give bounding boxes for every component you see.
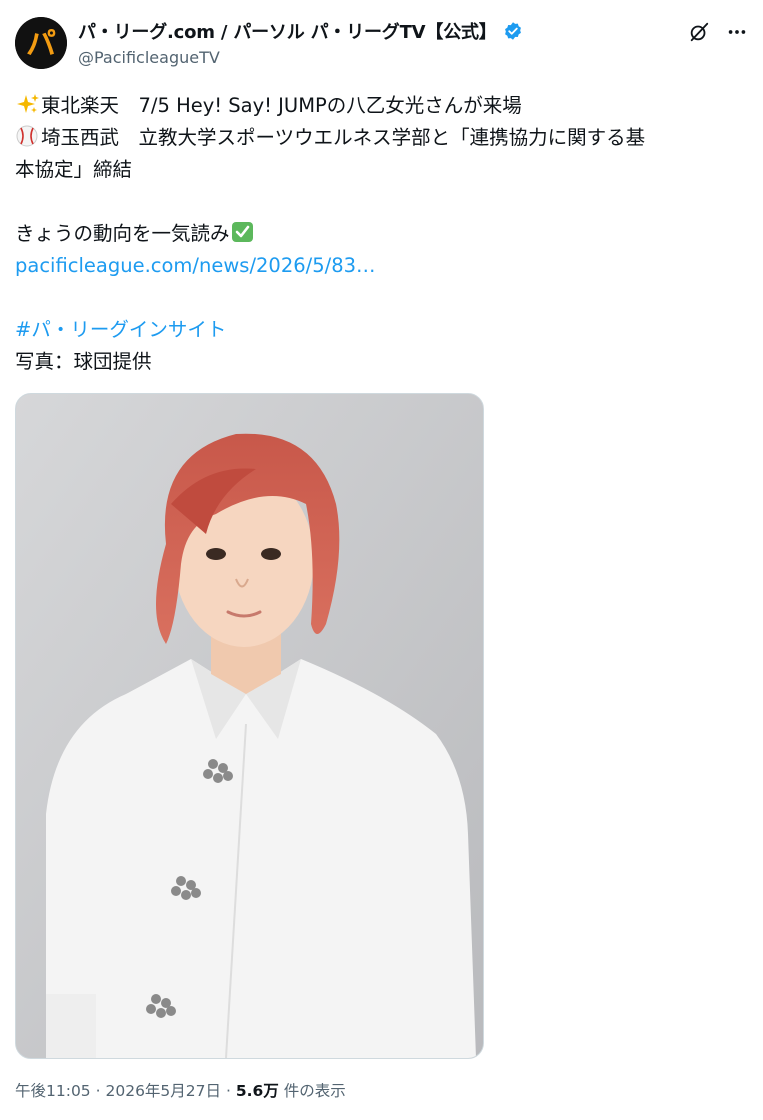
baseball-icon <box>15 125 41 147</box>
avatar-logo-text: パ <box>26 27 56 62</box>
tweet-date[interactable]: 2026年5月27日 <box>105 1082 221 1100</box>
grok-icon[interactable] <box>687 20 711 44</box>
meta-separator: · <box>95 1082 101 1100</box>
check-mark-icon <box>230 221 256 243</box>
author-handle[interactable]: @PacificleagueTV <box>78 48 523 67</box>
tweet-line-2: 埼玉西武 立教大学スポーツウエルネス学部と「連携協力に関する基 <box>41 126 646 149</box>
tweet-time[interactable]: 午後11:05 <box>15 1082 91 1100</box>
tweet-photo[interactable] <box>15 393 484 1059</box>
author-display-name[interactable]: パ・リーグ.com / パーソル パ・リーグTV【公式】 <box>78 18 497 44</box>
tweet-meta: 午後11:05 · 2026年5月27日 · 5.6万 件の表示 <box>15 1079 346 1101</box>
tweet-author: パ・リーグ.com / パーソル パ・リーグTV【公式】 @Pacificlea… <box>78 18 523 67</box>
views-label: 件の表示 <box>283 1082 346 1100</box>
meta-separator-2: · <box>225 1082 231 1100</box>
verified-badge-icon[interactable] <box>503 21 523 41</box>
tweet-line-4: きょうの動向を一気読み <box>15 222 230 245</box>
tweet-line-1: 東北楽天 7/5 Hey! Say! JUMPの八乙女光さんが来場 <box>41 94 522 117</box>
views-count: 5.6万 <box>235 1082 279 1100</box>
tweet-text: 東北楽天 7/5 Hey! Say! JUMPの八乙女光さんが来場 埼玉西武 立… <box>15 90 750 378</box>
avatar[interactable]: パ <box>15 17 67 69</box>
sparkles-icon <box>15 93 41 115</box>
more-icon[interactable] <box>725 20 749 44</box>
photo-credit: 写真：球団提供 <box>15 350 152 373</box>
article-link[interactable]: pacificleague.com/news/2026/5/83… <box>15 254 376 277</box>
tweet-line-3: 本協定」締結 <box>15 158 133 181</box>
hashtag-link[interactable]: #パ・リーグインサイト <box>15 318 226 341</box>
